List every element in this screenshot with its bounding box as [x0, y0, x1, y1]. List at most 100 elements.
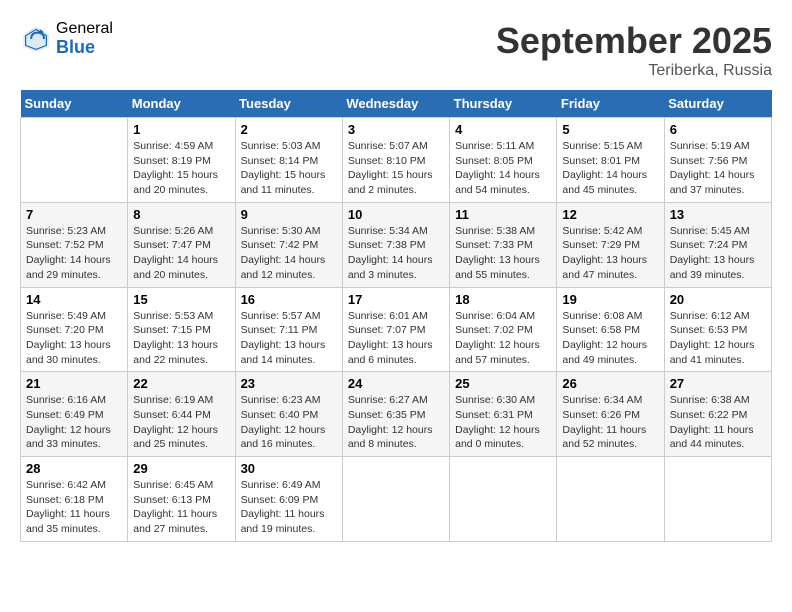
day-info: Sunrise: 4:59 AM Sunset: 8:19 PM Dayligh…	[133, 139, 229, 198]
day-number: 15	[133, 292, 229, 307]
day-info: Sunrise: 5:38 AM Sunset: 7:33 PM Dayligh…	[455, 224, 551, 283]
column-header-saturday: Saturday	[664, 90, 771, 118]
calendar-cell	[342, 457, 449, 542]
day-number: 18	[455, 292, 551, 307]
calendar-cell: 27Sunrise: 6:38 AM Sunset: 6:22 PM Dayli…	[664, 372, 771, 457]
logo-blue: Blue	[56, 38, 113, 58]
calendar-cell: 20 Sunrise: 6:12 AM Sunset: 6:53 PM Dayli…	[664, 287, 771, 372]
calendar-cell: 22 Sunrise: 6:19 AM Sunset: 6:44 PM Dayli…	[128, 372, 235, 457]
logo-general: General	[56, 20, 113, 38]
calendar-cell: 9Sunrise: 5:30 AM Sunset: 7:42 PM Daylig…	[235, 202, 342, 287]
day-info: Sunrise: 6:16 AM Sunset: 6:49 PM Dayligh…	[26, 393, 122, 452]
day-number: 26	[562, 376, 658, 391]
day-number: 29	[133, 461, 229, 476]
column-header-monday: Monday	[128, 90, 235, 118]
day-info: Sunrise: 5:53 AM Sunset: 7:15 PM Dayligh…	[133, 309, 229, 368]
day-info: Sunrise: 5:26 AM Sunset: 7:47 PM Dayligh…	[133, 224, 229, 283]
day-number: 8	[133, 207, 229, 222]
day-number: 30	[241, 461, 337, 476]
calendar-cell: 25 Sunrise: 6:30 AM Sunset: 6:31 PM Dayli…	[450, 372, 557, 457]
day-number: 10	[348, 207, 444, 222]
logo-icon	[20, 23, 52, 55]
week-row-3: 14 Sunrise: 5:49 AM Sunset: 7:20 PM Dayli…	[21, 287, 772, 372]
day-number: 23	[241, 376, 337, 391]
day-number: 5	[562, 122, 658, 137]
day-info: Sunrise: 6:23 AM Sunset: 6:40 PM Dayligh…	[241, 393, 337, 452]
calendar-cell: 13Sunrise: 5:45 AM Sunset: 7:24 PM Dayli…	[664, 202, 771, 287]
day-number: 28	[26, 461, 122, 476]
day-number: 25	[455, 376, 551, 391]
day-info: Sunrise: 6:49 AM Sunset: 6:09 PM Dayligh…	[241, 478, 337, 537]
calendar-table: SundayMondayTuesdayWednesdayThursdayFrid…	[20, 90, 772, 542]
location: Teriberka, Russia	[496, 62, 772, 80]
day-number: 22	[133, 376, 229, 391]
day-info: Sunrise: 6:34 AM Sunset: 6:26 PM Dayligh…	[562, 393, 658, 452]
calendar-cell: 1 Sunrise: 4:59 AM Sunset: 8:19 PM Daylig…	[128, 118, 235, 203]
day-number: 9	[241, 207, 337, 222]
calendar-cell	[450, 457, 557, 542]
calendar-cell: 10Sunrise: 5:34 AM Sunset: 7:38 PM Dayli…	[342, 202, 449, 287]
column-header-sunday: Sunday	[21, 90, 128, 118]
title-block: September 2025 Teriberka, Russia	[496, 20, 772, 80]
day-number: 20	[670, 292, 766, 307]
calendar-cell: 7 Sunrise: 5:23 AM Sunset: 7:52 PM Daylig…	[21, 202, 128, 287]
calendar-cell: 15 Sunrise: 5:53 AM Sunset: 7:15 PM Dayli…	[128, 287, 235, 372]
day-info: Sunrise: 5:07 AM Sunset: 8:10 PM Dayligh…	[348, 139, 444, 198]
day-info: Sunrise: 6:04 AM Sunset: 7:02 PM Dayligh…	[455, 309, 551, 368]
day-number: 6	[670, 122, 766, 137]
calendar-cell: 6Sunrise: 5:19 AM Sunset: 7:56 PM Daylig…	[664, 118, 771, 203]
calendar-cell: 29 Sunrise: 6:45 AM Sunset: 6:13 PM Dayli…	[128, 457, 235, 542]
day-info: Sunrise: 6:30 AM Sunset: 6:31 PM Dayligh…	[455, 393, 551, 452]
day-number: 19	[562, 292, 658, 307]
day-number: 1	[133, 122, 229, 137]
day-info: Sunrise: 6:45 AM Sunset: 6:13 PM Dayligh…	[133, 478, 229, 537]
day-info: Sunrise: 5:03 AM Sunset: 8:14 PM Dayligh…	[241, 139, 337, 198]
calendar-cell	[21, 118, 128, 203]
page-header: General Blue September 2025 Teriberka, R…	[20, 20, 772, 80]
day-info: Sunrise: 5:45 AM Sunset: 7:24 PM Dayligh…	[670, 224, 766, 283]
calendar-cell: 24Sunrise: 6:27 AM Sunset: 6:35 PM Dayli…	[342, 372, 449, 457]
calendar-cell: 2 Sunrise: 5:03 AM Sunset: 8:14 PM Daylig…	[235, 118, 342, 203]
calendar-cell: 28 Sunrise: 6:42 AM Sunset: 6:18 PM Dayli…	[21, 457, 128, 542]
calendar-cell: 14 Sunrise: 5:49 AM Sunset: 7:20 PM Dayli…	[21, 287, 128, 372]
day-number: 4	[455, 122, 551, 137]
column-header-friday: Friday	[557, 90, 664, 118]
logo: General Blue	[20, 20, 113, 57]
day-number: 11	[455, 207, 551, 222]
calendar-cell: 4 Sunrise: 5:11 AM Sunset: 8:05 PM Daylig…	[450, 118, 557, 203]
day-number: 16	[241, 292, 337, 307]
day-number: 7	[26, 207, 122, 222]
calendar-cell: 12 Sunrise: 5:42 AM Sunset: 7:29 PM Dayli…	[557, 202, 664, 287]
day-info: Sunrise: 5:42 AM Sunset: 7:29 PM Dayligh…	[562, 224, 658, 283]
column-header-tuesday: Tuesday	[235, 90, 342, 118]
column-header-thursday: Thursday	[450, 90, 557, 118]
calendar-cell: 8 Sunrise: 5:26 AM Sunset: 7:47 PM Daylig…	[128, 202, 235, 287]
week-row-4: 21 Sunrise: 6:16 AM Sunset: 6:49 PM Dayli…	[21, 372, 772, 457]
day-info: Sunrise: 6:42 AM Sunset: 6:18 PM Dayligh…	[26, 478, 122, 537]
calendar-cell: 17Sunrise: 6:01 AM Sunset: 7:07 PM Dayli…	[342, 287, 449, 372]
day-number: 12	[562, 207, 658, 222]
day-info: Sunrise: 5:11 AM Sunset: 8:05 PM Dayligh…	[455, 139, 551, 198]
day-info: Sunrise: 6:12 AM Sunset: 6:53 PM Dayligh…	[670, 309, 766, 368]
calendar-cell	[664, 457, 771, 542]
day-number: 3	[348, 122, 444, 137]
calendar-cell: 21 Sunrise: 6:16 AM Sunset: 6:49 PM Dayli…	[21, 372, 128, 457]
calendar-cell: 23 Sunrise: 6:23 AM Sunset: 6:40 PM Dayli…	[235, 372, 342, 457]
calendar-cell: 5Sunrise: 5:15 AM Sunset: 8:01 PM Daylig…	[557, 118, 664, 203]
day-number: 24	[348, 376, 444, 391]
calendar-cell: 11 Sunrise: 5:38 AM Sunset: 7:33 PM Dayli…	[450, 202, 557, 287]
day-info: Sunrise: 6:38 AM Sunset: 6:22 PM Dayligh…	[670, 393, 766, 452]
calendar-cell: 26 Sunrise: 6:34 AM Sunset: 6:26 PM Dayli…	[557, 372, 664, 457]
month-title: September 2025	[496, 20, 772, 62]
calendar-cell: 18 Sunrise: 6:04 AM Sunset: 7:02 PM Dayli…	[450, 287, 557, 372]
day-number: 14	[26, 292, 122, 307]
day-number: 17	[348, 292, 444, 307]
day-number: 21	[26, 376, 122, 391]
day-number: 2	[241, 122, 337, 137]
day-info: Sunrise: 6:08 AM Sunset: 6:58 PM Dayligh…	[562, 309, 658, 368]
calendar-cell: 19 Sunrise: 6:08 AM Sunset: 6:58 PM Dayli…	[557, 287, 664, 372]
day-info: Sunrise: 6:19 AM Sunset: 6:44 PM Dayligh…	[133, 393, 229, 452]
header-row: SundayMondayTuesdayWednesdayThursdayFrid…	[21, 90, 772, 118]
day-info: Sunrise: 5:49 AM Sunset: 7:20 PM Dayligh…	[26, 309, 122, 368]
day-info: Sunrise: 5:23 AM Sunset: 7:52 PM Dayligh…	[26, 224, 122, 283]
